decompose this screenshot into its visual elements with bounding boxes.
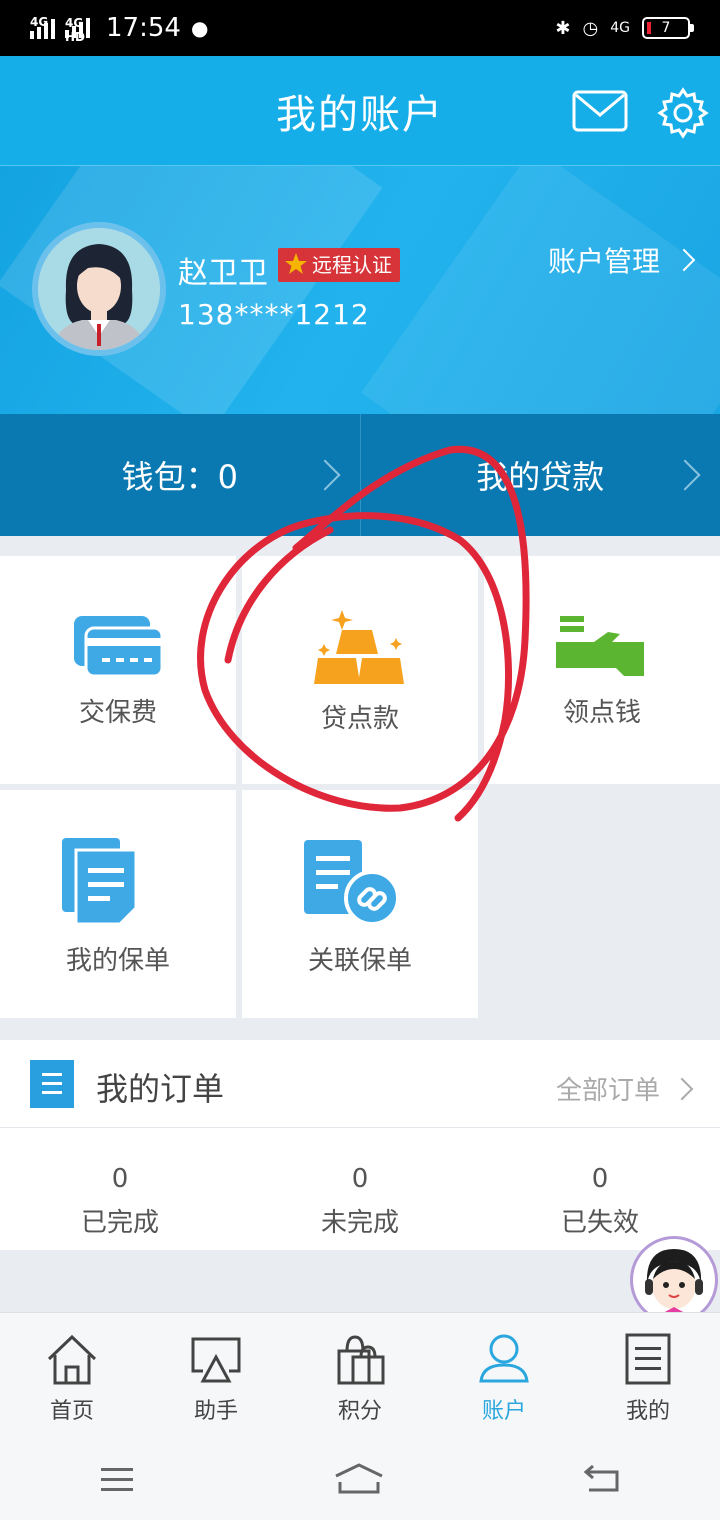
my-loan-label: 我的贷款 [476, 458, 605, 496]
account-manage-link[interactable]: 账户管理 [548, 240, 696, 280]
user-phone: 138****1212 [178, 298, 370, 331]
customer-service-button[interactable] [630, 1236, 718, 1324]
order-count: 0 [591, 1164, 609, 1194]
all-orders-label: 全部订单 [555, 1076, 660, 1106]
tab-label: 我的 [625, 1399, 670, 1424]
user-name: 赵卫卫 [178, 256, 268, 291]
sim-label: 4G [610, 20, 630, 36]
order-label: 已失效 [560, 1208, 639, 1238]
page-title: 我的账户 [276, 91, 444, 138]
orders-header: 我的订单 全部订单 [0, 1040, 720, 1128]
alarm-icon: ◷ [582, 17, 599, 39]
orders-title: 我的订单 [96, 1070, 225, 1108]
tab-label: 账户 [481, 1399, 526, 1424]
my-policy-tile[interactable]: 我的保单 [0, 790, 236, 1018]
chevron-right-icon [670, 1077, 694, 1100]
pay-premium-tile[interactable]: 交保费 [0, 556, 236, 784]
back-icon[interactable] [583, 1464, 621, 1494]
tab-account[interactable]: 账户 [432, 1313, 576, 1438]
tab-label: 积分 [337, 1399, 382, 1424]
verification-badge: 远程认证 [278, 248, 400, 282]
tile-label: 关联保单 [307, 946, 412, 976]
tab-home[interactable]: 首页 [0, 1313, 144, 1438]
wechat-icon: ● [190, 16, 209, 40]
person-icon [479, 1334, 529, 1383]
system-nav-bar [0, 1438, 720, 1520]
bluetooth-icon: ✱ [555, 17, 571, 39]
badge-label: 远程认证 [312, 253, 392, 277]
loan-tile[interactable]: 贷点款 [242, 556, 478, 784]
battery-level: 7 [661, 20, 671, 36]
chevron-right-icon [308, 459, 341, 491]
bottom-tab-bar: 首页 助手 积分 账户 我的 [0, 1312, 720, 1438]
expired-orders[interactable]: 0 已失效 [480, 1128, 720, 1250]
link-policy-tile[interactable]: 关联保单 [242, 790, 478, 1018]
star-icon [285, 253, 307, 274]
tab-points[interactable]: 积分 [288, 1313, 432, 1438]
network-label: 4G [30, 15, 49, 29]
wallet-strip: 钱包：0 我的贷款 [0, 414, 720, 536]
chevron-right-icon [669, 459, 701, 491]
menu-icon[interactable] [99, 1465, 135, 1493]
orders-stats: 0 已完成 0 未完成 0 已失效 [0, 1128, 720, 1250]
profile-card: 赵卫卫 远程认证 138****1212 账户管理 [0, 166, 720, 414]
card-icon [74, 616, 164, 678]
gold-bars-icon [314, 610, 404, 684]
tab-assistant[interactable]: 助手 [144, 1313, 288, 1438]
app-header: 我的账户 [0, 56, 720, 166]
list-icon [625, 1333, 671, 1385]
list-icon [30, 1060, 74, 1108]
cast-icon [191, 1337, 241, 1383]
linked-document-icon [304, 840, 400, 926]
wallet-button[interactable]: 钱包：0 [0, 414, 360, 536]
order-count: 0 [351, 1164, 369, 1194]
wallet-label: 钱包：0 [121, 458, 238, 496]
customer-service-icon [645, 1249, 703, 1319]
receive-money-tile[interactable]: 领点钱 [484, 556, 720, 784]
completed-orders[interactable]: 0 已完成 [0, 1128, 240, 1250]
tile-label: 交保费 [78, 698, 157, 728]
home-icon [47, 1334, 97, 1385]
signal-icon-2: 4G HD [65, 16, 90, 44]
home-nav-icon[interactable] [334, 1462, 384, 1496]
signal-icon: 4G [30, 15, 55, 39]
mail-icon[interactable] [572, 90, 628, 132]
tab-label: 首页 [49, 1399, 94, 1424]
order-label: 已完成 [80, 1208, 159, 1238]
my-loan-button[interactable]: 我的贷款 [359, 414, 720, 536]
order-label: 未完成 [320, 1208, 399, 1238]
tab-mine[interactable]: 我的 [576, 1313, 720, 1438]
avatar[interactable] [32, 222, 166, 356]
tile-label: 贷点款 [320, 704, 399, 734]
hand-money-icon [556, 616, 644, 676]
network-label-2: 4G HD [65, 16, 86, 44]
gear-icon[interactable] [656, 86, 710, 140]
document-icon [62, 838, 138, 926]
clock: 17:54 [106, 13, 181, 43]
pending-orders[interactable]: 0 未完成 [240, 1128, 480, 1250]
tile-label: 我的保单 [65, 946, 170, 976]
order-count: 0 [111, 1164, 129, 1194]
battery-icon: 7 [642, 17, 694, 39]
status-bar: 4G 4G HD 17:54 ● ✱ ◷ 4G 7 [0, 0, 720, 56]
tile-label: 领点钱 [562, 698, 641, 728]
tab-label: 助手 [193, 1399, 238, 1424]
all-orders-link[interactable]: 全部订单 [555, 1070, 694, 1107]
chevron-right-icon [672, 248, 696, 272]
shopping-bag-icon [337, 1335, 385, 1385]
account-manage-label: 账户管理 [548, 245, 661, 278]
